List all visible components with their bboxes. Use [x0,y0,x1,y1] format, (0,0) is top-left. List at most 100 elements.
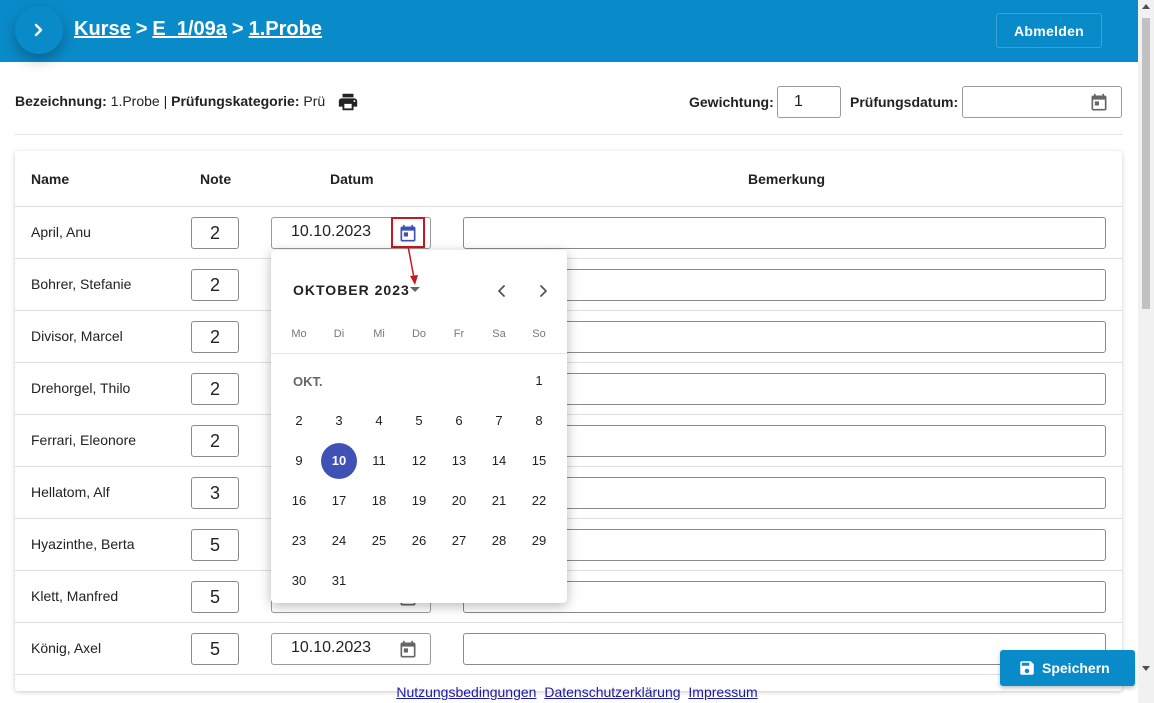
calendar-day[interactable]: 4 [361,403,397,439]
calendar-day[interactable]: 16 [281,483,317,519]
calendar-day[interactable]: 11 [361,443,397,479]
note-input[interactable]: 2 [191,425,239,457]
save-button-label: Speichern [1042,660,1110,676]
calendar-day[interactable]: 20 [441,483,477,519]
calendar-icon[interactable] [398,640,418,660]
footer-link-impressum[interactable]: Impressum [688,684,757,700]
calendar-day[interactable]: 21 [481,483,517,519]
calendar-day[interactable]: 14 [481,443,517,479]
weekday-label: Di [333,328,345,340]
scroll-down-icon[interactable] [1142,666,1150,671]
table-row: König, Axel 5 10.10.2023 [15,623,1122,675]
table-row: Divisor, Marcel 2 [15,311,1122,363]
calendar-day[interactable]: 31 [321,563,357,599]
table-row: Drehorgel, Thilo 2 [15,363,1122,415]
print-icon[interactable] [337,91,359,113]
note-input[interactable]: 5 [191,529,239,561]
table-row: April, Anu 2 10.10.2023 [15,207,1122,259]
calendar-day[interactable]: 22 [521,483,557,519]
picker-month-label[interactable]: OKTOBER 2023 [293,282,410,298]
weekday-label: Fr [453,328,465,340]
scrollbar-thumb[interactable] [1142,18,1150,309]
footer-link-nutzungsbedingungen[interactable]: Nutzungsbedingungen [396,684,536,700]
calendar-day[interactable]: 9 [281,443,317,479]
calendar-day[interactable]: 7 [481,403,517,439]
exam-info: Bezeichnung: 1.Probe | Prüfungskategorie… [15,93,325,109]
calendar-day[interactable]: 1 [521,363,557,399]
calendar-day[interactable]: 3 [321,403,357,439]
weekday-label: So [532,328,546,340]
bemerkung-input[interactable] [463,217,1106,249]
info-divider: | [163,93,168,109]
breadcrumb: Kurse > E_1/09a >1.Probe [74,18,322,41]
calendar-day[interactable]: 25 [361,523,397,559]
save-icon [1020,661,1034,675]
note-input[interactable]: 2 [191,269,239,301]
calendar-day[interactable]: 26 [401,523,437,559]
gewichtung-input[interactable]: 1 [777,86,841,118]
breadcrumb-separator: > [135,18,148,40]
note-input[interactable]: 5 [191,581,239,613]
column-header-datum: Datum [330,171,374,187]
chevron-right-icon [540,285,547,297]
breadcrumb-kurse-link[interactable]: Kurse [74,18,131,40]
calendar-day[interactable]: 5 [401,403,437,439]
note-input[interactable]: 2 [191,373,239,405]
footer: Nutzungsbedingungen Datenschutzerklärung… [0,684,1154,700]
column-header-note: Note [200,171,232,187]
student-name: April, Anu [31,224,91,240]
note-input[interactable]: 3 [191,477,239,509]
student-name: Drehorgel, Thilo [31,380,131,396]
calendar-day-selected[interactable]: 10 [321,443,357,479]
column-header-bemerkung: Bemerkung [748,171,826,187]
student-name: Hellatom, Alf [31,484,110,500]
pruefungsdatum-input[interactable] [962,86,1122,118]
calendar-day[interactable]: 29 [521,523,557,559]
calendar-day[interactable]: 15 [521,443,557,479]
datum-value: 10.10.2023 [291,639,372,656]
note-input[interactable]: 2 [191,321,239,353]
calendar-day[interactable]: 27 [441,523,477,559]
date-picker: OKTOBER 2023 Mo Di Mi Do Fr Sa So OKT. 1… [271,250,567,603]
calendar-day[interactable]: 8 [521,403,557,439]
calendar-day[interactable]: 24 [321,523,357,559]
annotation-arrow-icon [407,245,418,285]
top-bar: Kurse > E_1/09a >1.Probe Abmelden [0,0,1138,62]
gewichtung-label: Gewichtung: [689,94,774,110]
student-name: Ferrari, Eleonore [31,432,137,448]
calendar-day[interactable]: 17 [321,483,357,519]
next-month-button[interactable] [532,280,554,302]
calendar-day[interactable]: 2 [281,403,317,439]
calendar-icon[interactable] [1089,93,1109,113]
logout-button[interactable]: Abmelden [996,13,1102,48]
note-input[interactable]: 5 [191,633,239,665]
divider [15,134,1122,135]
scroll-up-icon[interactable] [1142,4,1150,9]
vertical-scrollbar[interactable] [1138,0,1154,703]
calendar-day[interactable]: 18 [361,483,397,519]
weekday-label: Mi [373,328,385,340]
calendar-day[interactable]: 23 [281,523,317,559]
calendar-day[interactable]: 13 [441,443,477,479]
previous-month-button[interactable] [491,280,513,302]
calendar-day[interactable]: 19 [401,483,437,519]
weekday-divider [271,353,567,354]
calendar-day[interactable]: 12 [401,443,437,479]
calendar-day[interactable]: 6 [441,403,477,439]
chevron-left-icon [498,285,505,297]
calendar-day[interactable]: 28 [481,523,517,559]
footer-link-datenschutz[interactable]: Datenschutzerklärung [544,684,680,700]
save-button[interactable]: Speichern [1000,650,1135,686]
breadcrumb-course-link[interactable]: E_1/09a [152,18,227,40]
sidebar-toggle-button[interactable] [15,6,63,54]
calendar-day[interactable]: 30 [281,563,317,599]
table-row: Ferrari, Eleonore 2 [15,415,1122,467]
breadcrumb-exam-link[interactable]: 1.Probe [249,18,322,40]
bezeichnung-value: 1.Probe [110,93,160,109]
column-header-name: Name [31,171,70,187]
datum-input[interactable]: 10.10.2023 [271,633,431,665]
student-name: König, Axel [31,640,102,656]
note-input[interactable]: 2 [191,217,239,249]
kategorie-value: Prü [303,93,326,109]
breadcrumb-separator: > [231,18,244,40]
